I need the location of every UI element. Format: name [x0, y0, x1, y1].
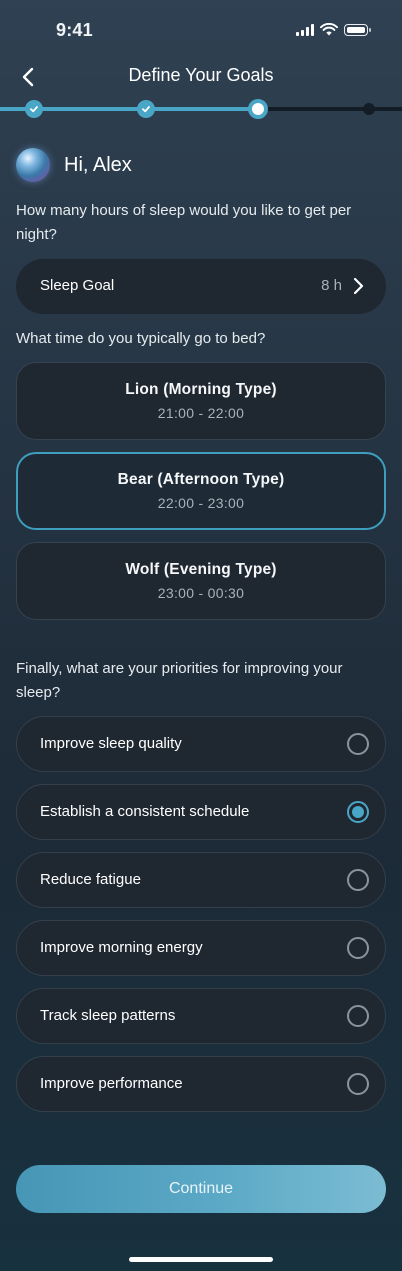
radio-button[interactable] — [347, 937, 369, 959]
checkmark-icon — [142, 106, 150, 113]
sleep-goal-value: 8 h — [321, 277, 342, 294]
greeting-text: Hi, Alex — [64, 153, 132, 176]
bedtime-option-lion[interactable]: Lion (Morning Type) 21:00 - 22:00 — [16, 362, 386, 440]
wifi-icon — [320, 23, 338, 36]
bedtime-option-title: Wolf (Evening Type) — [125, 561, 277, 578]
priority-option-label: Improve sleep quality — [40, 735, 182, 752]
priority-option-label: Establish a consistent schedule — [40, 803, 250, 820]
priority-option-track-patterns[interactable]: Track sleep patterns — [16, 988, 386, 1044]
radio-button[interactable] — [347, 733, 369, 755]
priority-option-sleep-quality[interactable]: Improve sleep quality — [16, 716, 386, 772]
sleep-goal-label: Sleep Goal — [40, 277, 115, 294]
bedtime-option-time: 21:00 - 22:00 — [157, 405, 245, 421]
checkmark-icon — [30, 106, 38, 113]
radio-button[interactable] — [347, 1073, 369, 1095]
page-title: Define Your Goals — [128, 65, 274, 85]
sleep-goal-selector[interactable]: Sleep Goal 8 h — [16, 259, 386, 314]
continue-button[interactable]: Continue — [16, 1165, 386, 1213]
bedtime-option-wolf[interactable]: Wolf (Evening Type) 23:00 - 00:30 — [16, 542, 386, 620]
status-icons — [296, 23, 371, 36]
priority-option-reduce-fatigue[interactable]: Reduce fatigue — [16, 852, 386, 908]
chevron-right-icon — [353, 277, 364, 295]
bedtime-option-bear[interactable]: Bear (Afternoon Type) 22:00 - 23:00 — [16, 452, 386, 530]
step-1-completed — [25, 100, 43, 118]
bedtime-option-title: Bear (Afternoon Type) — [117, 471, 285, 488]
priority-option-label: Improve morning energy — [40, 939, 203, 956]
nav-header: Define Your Goals — [0, 60, 402, 94]
bedtime-option-time: 23:00 - 00:30 — [157, 585, 245, 601]
status-time: 9:41 — [56, 20, 93, 40]
bedtime-option-time: 22:00 - 23:00 — [157, 495, 245, 511]
progress-track-remaining — [258, 107, 402, 111]
priority-option-consistent-schedule[interactable]: Establish a consistent schedule — [16, 784, 386, 840]
radio-button[interactable] — [347, 1005, 369, 1027]
priority-option-label: Track sleep patterns — [40, 1007, 176, 1024]
step-4-upcoming — [363, 103, 375, 115]
step-3-current — [248, 99, 268, 119]
step-2-completed — [137, 100, 155, 118]
priority-option-performance[interactable]: Improve performance — [16, 1056, 386, 1112]
battery-icon — [344, 23, 371, 36]
bedtime-option-title: Lion (Morning Type) — [125, 381, 277, 398]
cellular-signal-icon — [296, 23, 314, 36]
sleep-hours-question: How many hours of sleep would you like t… — [16, 202, 352, 243]
greeting: Hi, Alex — [16, 148, 132, 182]
progress-stepper — [0, 99, 402, 119]
radio-button-selected[interactable] — [347, 801, 369, 823]
avatar — [16, 148, 50, 182]
priority-option-morning-energy[interactable]: Improve morning energy — [16, 920, 386, 976]
radio-button[interactable] — [347, 869, 369, 891]
status-bar: 9:41 — [0, 0, 402, 60]
home-indicator — [129, 1257, 273, 1262]
bedtime-question: What time do you typically go to bed? — [16, 330, 266, 347]
priorities-question: Finally, what are your priorities for im… — [16, 660, 343, 701]
priority-option-label: Reduce fatigue — [40, 871, 141, 888]
priority-option-label: Improve performance — [40, 1075, 183, 1092]
